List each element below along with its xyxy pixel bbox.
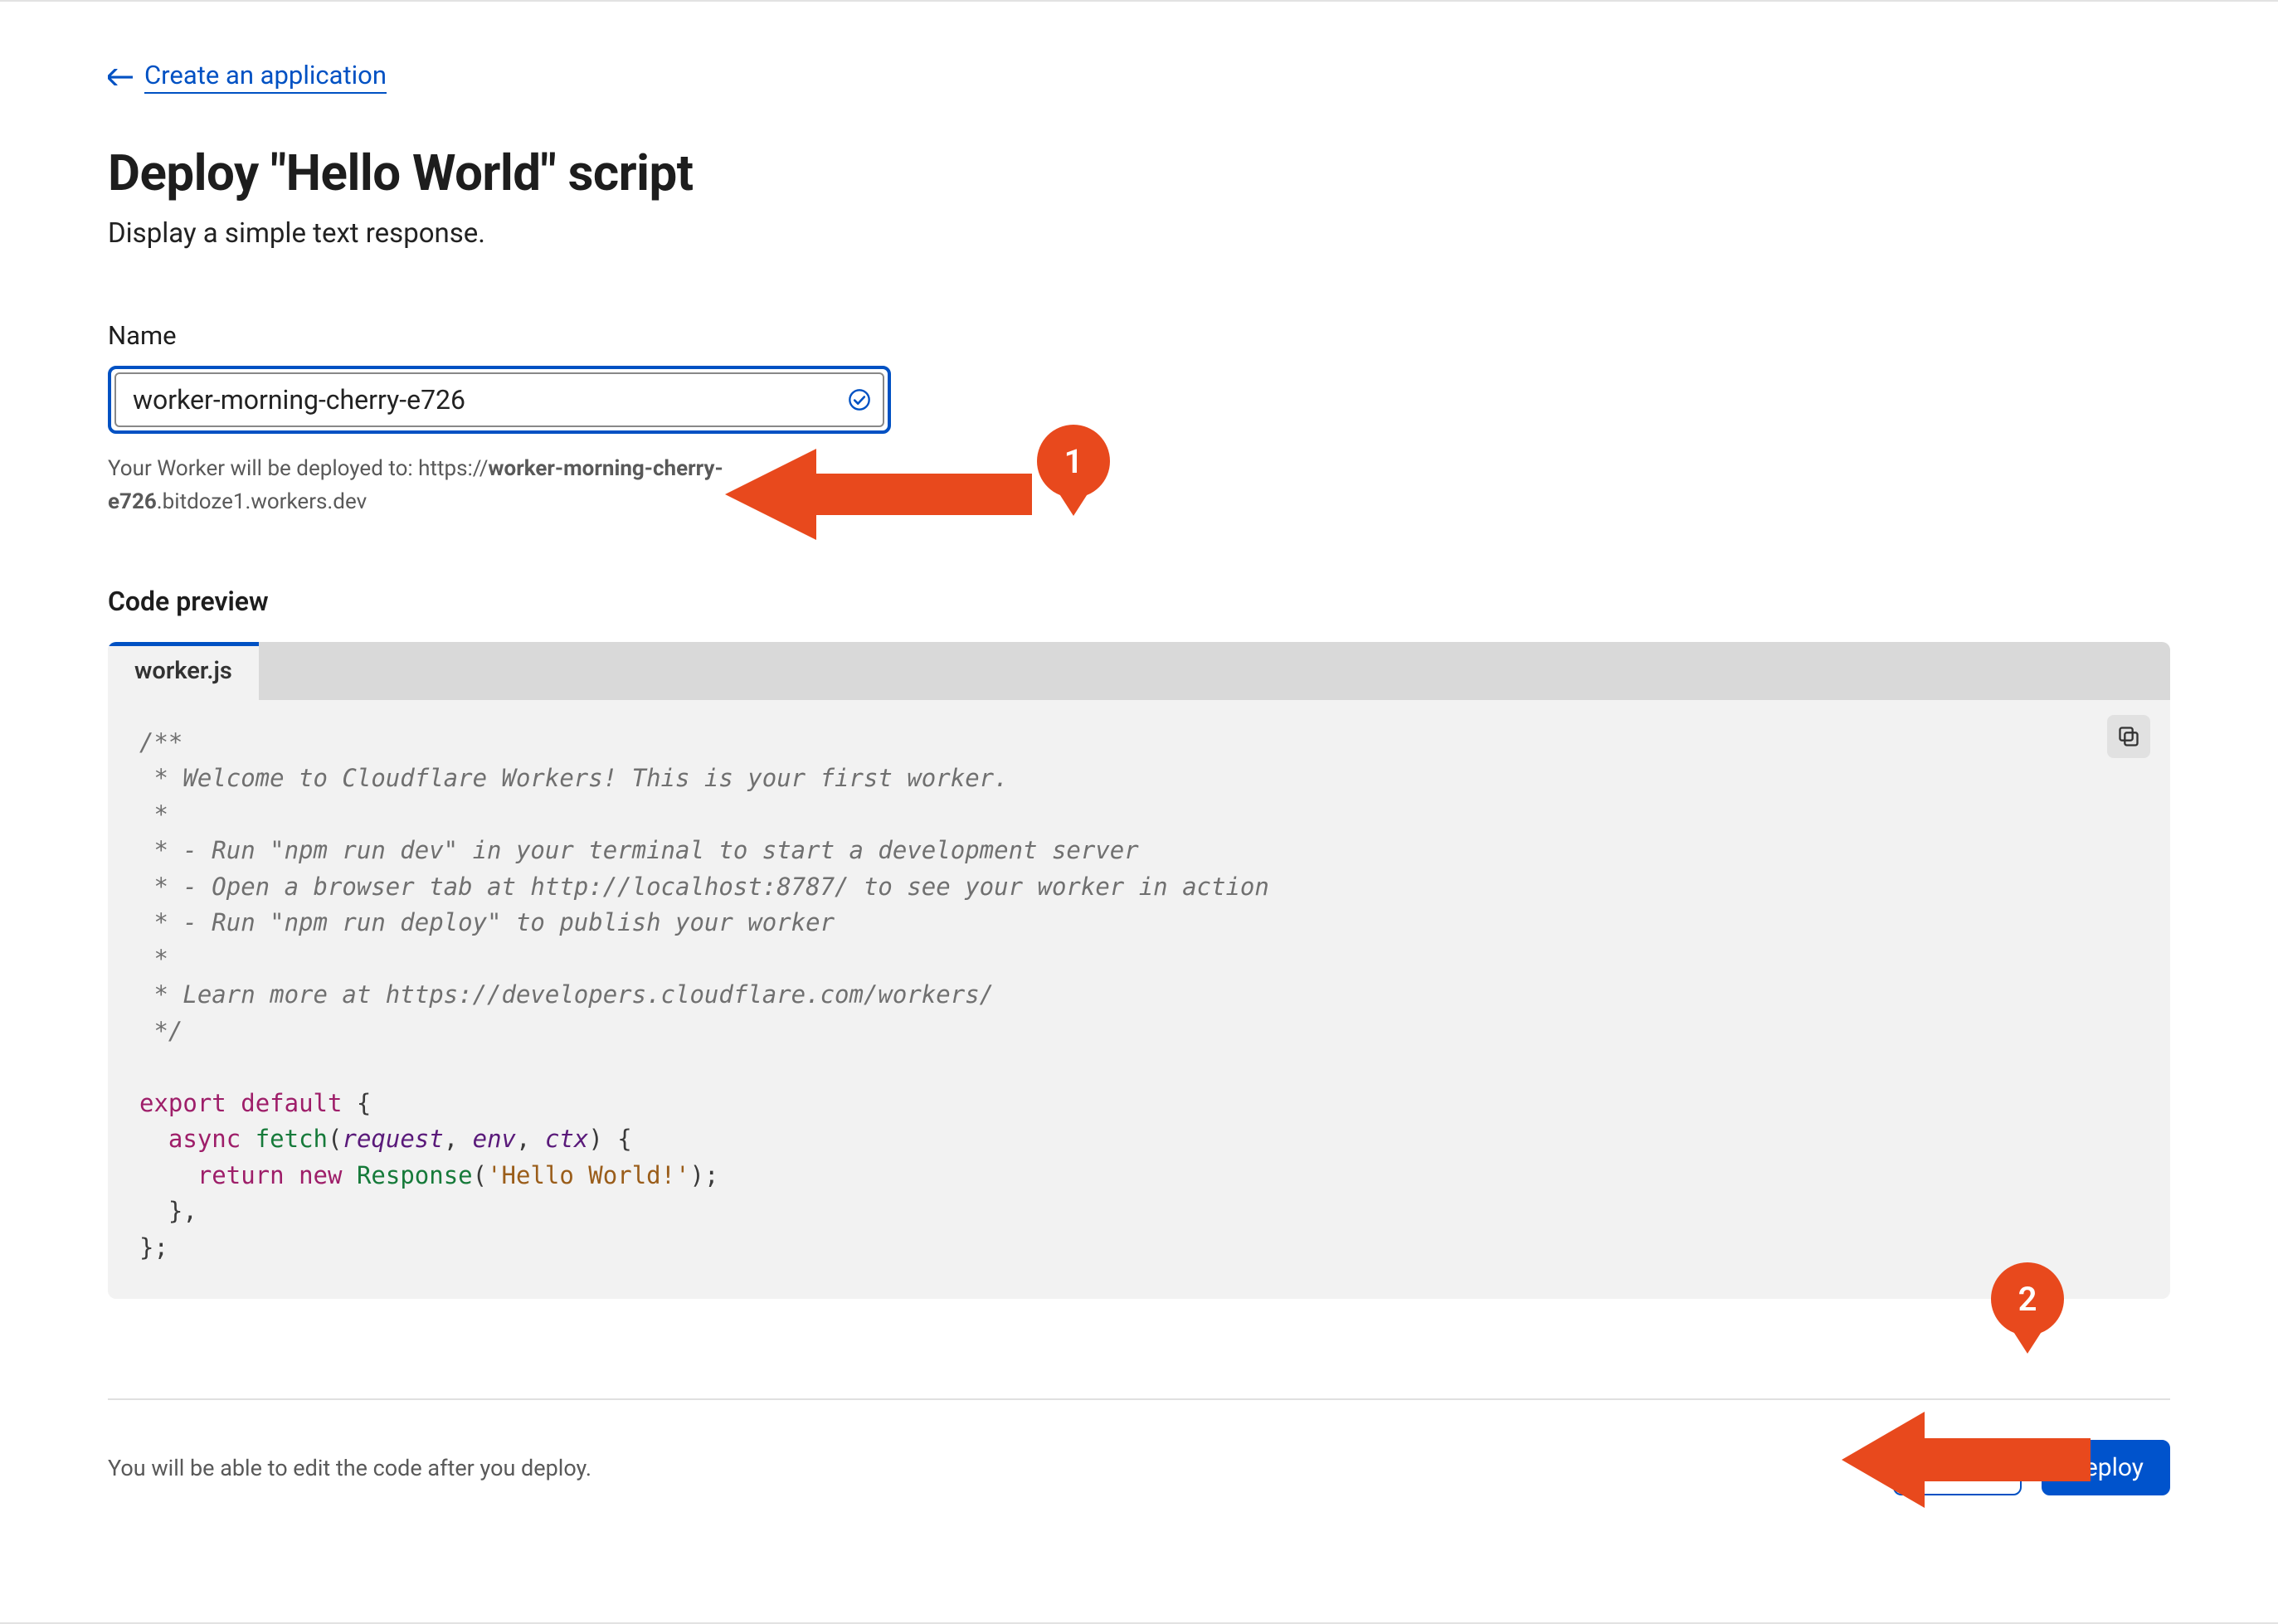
cancel-button[interactable]: Cancel	[1893, 1440, 2022, 1495]
deploy-button[interactable]: Deploy	[2042, 1440, 2170, 1495]
footer-note: You will be able to edit the code after …	[108, 1455, 591, 1481]
page-subtitle: Display a simple text response.	[108, 217, 2170, 250]
tab-worker-js[interactable]: worker.js	[108, 642, 259, 700]
back-link[interactable]: Create an application	[108, 60, 387, 94]
copy-icon	[2117, 725, 2140, 748]
arrow-left-icon	[108, 69, 133, 85]
name-hint: Your Worker will be deployed to: https:/…	[108, 452, 738, 519]
back-link-label: Create an application	[144, 60, 387, 94]
code-block: /** * Welcome to Cloudflare Workers! Thi…	[108, 700, 2170, 1300]
tab-label: worker.js	[134, 657, 232, 685]
copy-button[interactable]	[2107, 715, 2150, 758]
name-input[interactable]	[131, 383, 868, 416]
footer: You will be able to edit the code after …	[108, 1398, 2170, 1603]
check-circle-icon	[848, 388, 871, 411]
name-input-wrap	[108, 366, 891, 434]
code-panel: worker.js /** * Welcome to Cloudflare Wo…	[108, 642, 2170, 1300]
page-title: Deploy "Hello World" script	[108, 143, 2170, 202]
code-tabs: worker.js	[108, 642, 2170, 700]
name-label: Name	[108, 320, 2170, 351]
code-preview-title: Code preview	[108, 586, 2170, 617]
